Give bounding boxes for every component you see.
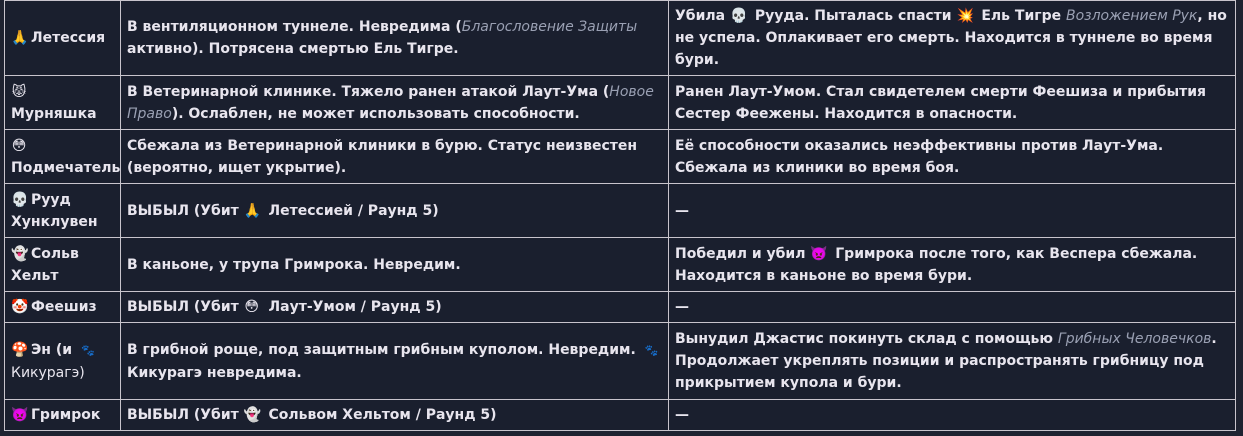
imp-icon: 👿 [810,245,828,262]
table-row: 👻 Сольв Хельт В каньоне, у трупа Гримрока… [4,237,1236,292]
state-text: (Убит [188,202,244,219]
table-row: 😳 Подмечатель Сбежала из Ветеринарной кли… [4,129,1236,184]
imp-icon: 👿 [11,407,29,423]
state-text: Кикурагэ невредима. [127,364,302,381]
ghost-icon: 👻 [243,407,262,423]
ability-name: Благословение Защиты [461,19,638,35]
eliminated-label: ВЫБЫЛ [127,407,189,423]
explosion-icon: 💥 [956,8,974,24]
character-name-cell: 🙏 Летессия [4,0,121,76]
table-row: 🤡 Феешиз ВЫБЫЛ (Убит 😳 Лаут-Умом / Раунд … [4,291,1236,323]
character-name: Мурняшка [11,105,97,122]
events-text: Убила [675,8,730,24]
state-text: В Ветеринарной клинике. Тяжело ранен ата… [127,83,610,100]
state-cell: ВЫБЫЛ (Убит 😳 Лаут-Умом / Раунд 5) [120,291,669,323]
state-text: Сольвом Хельтом / Раунд 5) [263,407,497,423]
events-cell: Убила 💀 Рууда. Пыталась спасти 💥 Ель Тиг… [668,0,1236,76]
eliminated-label: ВЫБЫЛ [127,202,189,219]
mushroom-icon: 🍄 [11,341,29,358]
character-name-cell: 😳 Подмечатель [4,129,121,184]
events-text: Победил и убил [675,245,811,262]
state-text: активно). Потрясена смертью Ель Тигре. [127,41,459,57]
praying-hands-icon: 🙏 [11,30,29,46]
events-cell: — [668,183,1236,238]
state-cell: ВЫБЫЛ (Убит 🙏 Летессией / Раунд 5) [120,183,669,238]
events-text: Ель Тигре [976,8,1066,24]
character-name-cell: 👻 Сольв Хельт [4,237,121,292]
state-cell: В Ветеринарной клинике. Тяжело ранен ата… [120,75,669,130]
character-name: Эн (и [31,341,77,358]
table-row: 👿 Гримрок ВЫБЫЛ (Убит 👻 Сольвом Хельтом /… [4,399,1236,431]
praying-hands-icon: 🙏 [243,202,262,219]
clown-icon: 🤡 [11,299,29,315]
state-cell: В вентиляционном туннеле. Невредима (Бла… [120,0,669,76]
character-name: Подмечатель [11,159,121,176]
character-name-cell: 😾 Мурняшка [4,75,121,130]
flushed-face-icon: 😳 [11,137,27,154]
state-cell: Сбежала из Ветеринарной клиники в бурю. … [120,129,669,184]
ability-name: Возложением Рук [1065,8,1198,24]
events-cell: — [668,291,1236,323]
pouting-cat-icon: 😾 [11,83,27,100]
character-name-cell: 💀 Рууд Хунклувен [4,183,121,238]
events-cell: Ранен Лаут-Умом. Стал свидетелем смерти … [668,75,1236,130]
character-status-table: 🙏 Летессия В вентиляционном туннеле. Невр… [4,0,1236,431]
character-name-tail: Кикурагэ) [11,364,85,381]
events-cell: — [668,399,1236,431]
events-text: Рууда. Пыталась спасти [749,8,957,24]
table-row: 🍄 Эн (и 🐾 Кикурагэ) В грибной роще, под за… [4,322,1236,400]
character-name: Феешиз [31,299,97,315]
events-cell: Победил и убил 👿 Гримрока после того, ка… [668,237,1236,292]
state-text: (Убит [188,299,244,315]
table-row: 💀 Рууд Хунклувен ВЫБЫЛ (Убит 🙏 Летессией … [4,183,1236,238]
events-text: Вынудил Джастис покинуть склад с помощью [675,331,1058,347]
state-cell: ВЫБЫЛ (Убит 👻 Сольвом Хельтом / Раунд 5) [120,399,669,431]
ability-name: Грибных Человечков [1057,331,1212,347]
skull-icon: 💀 [11,191,29,208]
events-cell: Её способности оказались неэффективны пр… [668,129,1236,184]
eliminated-label: ВЫБЫЛ [127,299,189,315]
skull-icon: 💀 [729,8,748,24]
state-text: (Убит [188,407,244,423]
state-text: В грибной роще, под защитным грибным куп… [127,341,641,358]
paw-prints-icon: 🐾 [81,343,95,357]
paw-prints-icon: 🐾 [644,343,659,357]
character-status-table-container: 🙏 Летессия В вентиляционном туннеле. Невр… [0,0,1243,436]
state-text: ). Ослаблен, не может использовать спосо… [171,105,580,122]
table-row: 😾 Мурняшка В Ветеринарной клинике. Тяжело… [4,75,1236,130]
events-cell: Вынудил Джастис покинуть склад с помощью… [668,322,1236,400]
state-text: Летессией / Раунд 5) [263,202,439,219]
character-name: Гримрок [31,407,101,423]
state-text: В вентиляционном туннеле. Невредима ( [127,19,462,35]
state-cell: В грибной роще, под защитным грибным куп… [120,322,669,400]
character-name-cell: 🍄 Эн (и 🐾 Кикурагэ) [4,322,121,400]
state-text: Лаут-Умом / Раунд 5) [263,299,442,315]
ghost-icon: 👻 [11,245,29,262]
character-name-cell: 🤡 Феешиз [4,291,121,323]
flushed-face-icon: 😳 [244,299,259,315]
state-cell: В каньоне, у трупа Гримрока. Невредим. [120,237,669,292]
character-name: Летессия [31,30,106,46]
table-row: 🙏 Летессия В вентиляционном туннеле. Невр… [4,0,1236,76]
character-name-cell: 👿 Гримрок [4,399,121,431]
